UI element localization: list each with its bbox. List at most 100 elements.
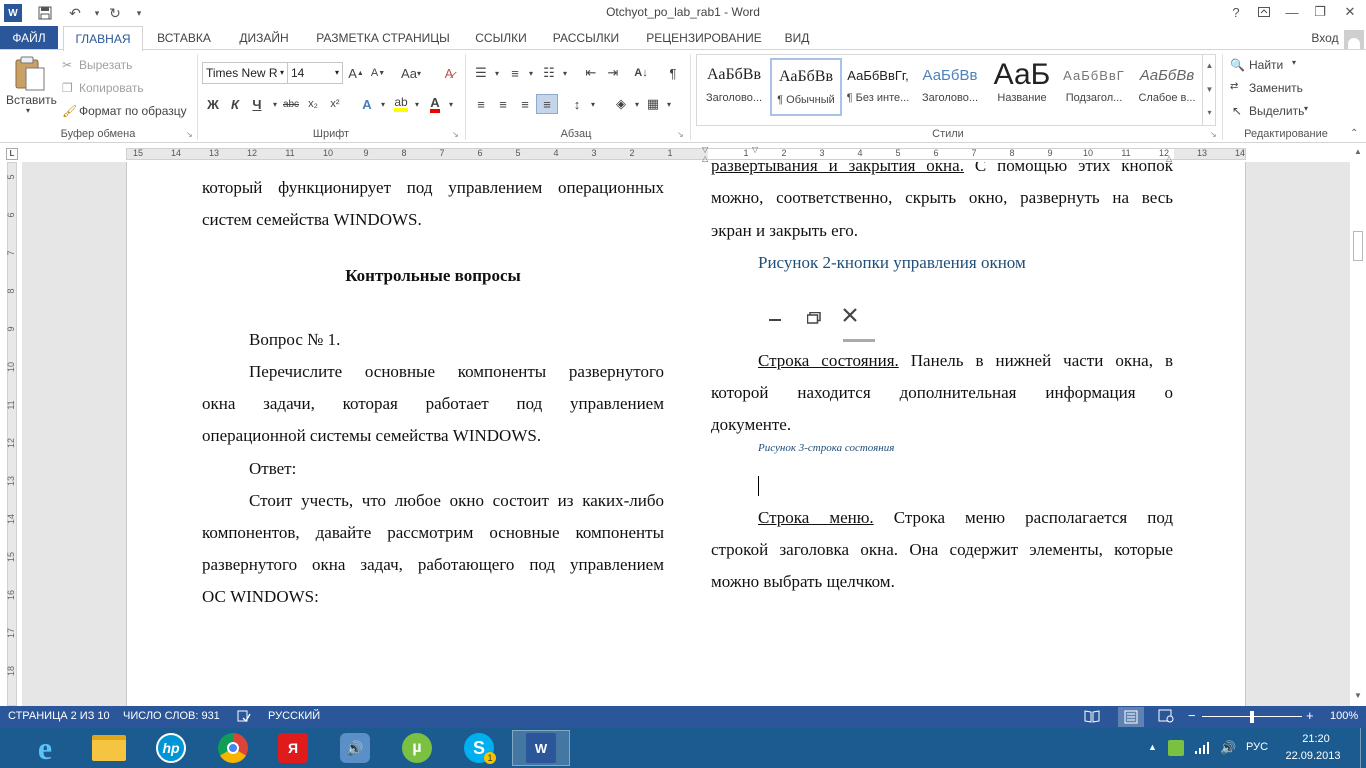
copy-button[interactable]: Копировать [79,81,144,95]
align-right-icon[interactable]: ≡ [514,94,536,114]
first-line-indent-marker-2[interactable]: ▽ [752,145,758,154]
show-marks-icon[interactable]: ¶ [662,63,684,83]
find-button[interactable]: Найти [1249,58,1283,72]
chrome-icon[interactable] [204,730,262,766]
multilevel-list-dropdown-icon[interactable]: ▾ [554,63,576,83]
proofing-icon[interactable] [237,709,251,726]
shrink-font-icon[interactable]: A ▼ [367,63,389,83]
justify-icon[interactable]: ≡ [536,94,558,114]
bold-button[interactable]: Ж [202,94,224,114]
tab-file[interactable]: ФАЙЛ [0,26,58,50]
paragraph-launcher-icon[interactable]: ↘ [677,130,684,139]
font-size-dropdown-icon[interactable]: ▾ [335,63,339,83]
styles-launcher-icon[interactable]: ↘ [1210,130,1217,139]
format-painter-button[interactable]: Формат по образцу [79,104,187,118]
align-center-icon[interactable]: ≡ [492,94,514,114]
tab-selector-icon[interactable]: L [6,148,18,160]
style-subtle-emphasis[interactable]: АаБбВв Слабое в... [1130,58,1204,116]
italic-button[interactable]: К [224,94,246,114]
style-heading2[interactable]: АаБбВв Заголово... [914,58,986,116]
subscript-button[interactable]: x₂ [302,94,324,114]
language-indicator[interactable]: РУССКИЙ [268,710,320,722]
clock-time[interactable]: 21:20 [1286,733,1346,745]
clear-formatting-icon[interactable]: A̷ [438,63,460,83]
format-painter-icon[interactable]: 🖌 [62,104,77,118]
clock-date[interactable]: 22.09.2013 [1280,750,1346,762]
cut-icon[interactable]: ✂ [62,58,72,72]
ribbon-display-options-icon[interactable] [1250,0,1278,24]
paste-icon[interactable] [10,56,54,94]
change-case-icon[interactable]: Aa ▾ [396,63,426,83]
font-name-box[interactable]: Times New R ▾ [202,62,288,84]
hp-icon[interactable]: hp [142,730,200,766]
scroll-up-icon[interactable]: ▲ [1353,147,1363,157]
word-taskbar-icon[interactable]: W [512,730,570,766]
style-heading1[interactable]: АаБбВв Заголово... [698,58,770,116]
first-line-indent-marker[interactable]: ▽ [702,145,708,154]
scroll-down-icon[interactable]: ▼ [1353,691,1363,701]
copy-icon[interactable]: ❐ [62,81,73,95]
web-layout-icon[interactable] [1158,709,1174,726]
superscript-button[interactable]: x² [324,94,346,114]
tray-app-icon[interactable] [1168,740,1184,756]
tab-references[interactable]: ССЫЛКИ [468,26,534,50]
input-language[interactable]: РУС [1246,741,1268,753]
tab-review[interactable]: РЕЦЕНЗИРОВАНИЕ [636,26,772,50]
show-desktop-button[interactable] [1360,728,1366,768]
select-icon[interactable]: ↖ [1232,104,1242,118]
borders-dropdown-icon[interactable]: ▾ [658,94,680,114]
help-button[interactable]: ? [1222,0,1250,24]
select-dropdown-icon[interactable]: ▾ [1304,104,1308,113]
select-button[interactable]: Выделить [1249,104,1304,118]
minimize-button[interactable]: — [1278,0,1306,24]
page-count[interactable]: СТРАНИЦА 2 ИЗ 10 [8,710,110,722]
internet-explorer-icon[interactable]: e [16,730,74,766]
tab-view[interactable]: ВИД [780,26,814,50]
zoom-out-icon[interactable]: − [1188,708,1196,723]
line-spacing-dropdown-icon[interactable]: ▾ [582,94,604,114]
print-layout-icon[interactable] [1118,707,1144,727]
collapse-ribbon-icon[interactable]: ⌃ [1350,128,1358,139]
style-title[interactable]: АаБ Название [986,58,1058,116]
volume-icon[interactable]: 🔊 [1220,740,1236,756]
gallery-more-icon[interactable]: ▾ [1203,102,1216,124]
increase-indent-icon[interactable]: ⇥ [602,63,624,83]
close-button[interactable]: ✕ [1336,0,1364,24]
style-no-spacing[interactable]: АаБбВвГг, ¶ Без инте... [842,58,914,116]
font-name-dropdown-icon[interactable]: ▾ [280,63,284,83]
network-icon[interactable] [1194,741,1210,758]
tray-expand-icon[interactable]: ▲ [1148,742,1157,752]
font-launcher-icon[interactable]: ↘ [452,130,459,139]
replace-button[interactable]: Заменить [1249,81,1303,95]
utorrent-icon[interactable]: µ [388,730,446,766]
font-color-dropdown-icon[interactable]: ▾ [440,94,462,114]
document-page[interactable]: который функционирует под управлением оп… [126,162,1246,706]
style-normal[interactable]: АаБбВв ¶ Обычный [770,58,842,116]
tab-insert[interactable]: ВСТАВКА [148,26,220,50]
word-count[interactable]: ЧИСЛО СЛОВ: 931 [123,710,220,722]
tab-mailings[interactable]: РАССЫЛКИ [544,26,628,50]
gallery-up-icon[interactable]: ▲ [1203,54,1216,78]
restore-button[interactable]: ❐ [1306,0,1334,24]
vertical-scrollbar[interactable]: ▲ ▼ [1350,145,1366,706]
font-size-box[interactable]: 14 ▾ [287,62,343,84]
skype-icon[interactable]: S 1 [450,730,508,766]
gallery-down-icon[interactable]: ▼ [1203,78,1216,102]
align-left-icon[interactable]: ≡ [470,94,492,114]
zoom-slider-thumb[interactable] [1250,711,1254,723]
tab-design[interactable]: ДИЗАЙН [228,26,300,50]
file-explorer-icon[interactable] [80,730,138,766]
tab-page-layout[interactable]: РАЗМЕТКА СТРАНИЦЫ [306,26,460,50]
cut-button[interactable]: Вырезать [79,58,132,72]
find-icon[interactable]: 🔍 [1230,58,1245,72]
sign-in-link[interactable]: Вход [1300,26,1350,50]
find-dropdown-icon[interactable]: ▾ [1292,58,1296,67]
sort-icon[interactable]: A↓ [630,63,652,83]
paste-dropdown-icon[interactable]: ▾ [26,106,30,115]
read-mode-icon[interactable] [1084,709,1100,726]
zoom-in-icon[interactable]: + [1306,708,1314,723]
paste-button[interactable]: Вставить [6,93,57,107]
zoom-level[interactable]: 100% [1330,710,1358,722]
user-avatar[interactable] [1344,30,1364,50]
yandex-browser-icon[interactable]: Я [264,730,322,766]
